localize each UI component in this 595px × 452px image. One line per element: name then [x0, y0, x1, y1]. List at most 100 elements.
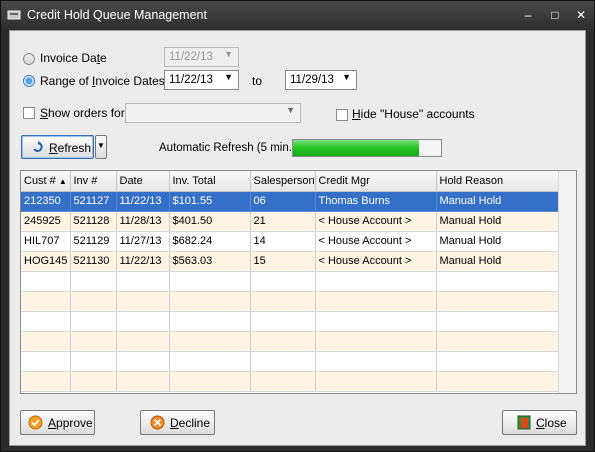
chevron-down-icon: ▼ — [97, 141, 105, 150]
empty-cell — [70, 371, 117, 392]
empty-cell — [70, 271, 117, 292]
refresh-dropdown-button[interactable]: ▼ — [95, 135, 107, 159]
cell-hold-reason: Manual Hold — [436, 251, 559, 272]
empty-cell — [169, 371, 251, 392]
empty-cell — [169, 291, 251, 312]
empty-row — [21, 271, 559, 292]
empty-cell — [436, 331, 559, 352]
show-orders-dropdown[interactable]: ▼ — [125, 103, 301, 123]
empty-cell — [116, 331, 170, 352]
empty-cell — [250, 331, 316, 352]
title-bar[interactable]: Credit Hold Queue Management – □ ✕ — [1, 1, 594, 29]
empty-cell — [315, 291, 437, 312]
cell-credit-mgr: < House Account > — [315, 211, 437, 232]
credit-hold-window: Credit Hold Queue Management – □ ✕ Invoi… — [0, 0, 595, 452]
refresh-label: Refresh — [49, 141, 92, 155]
approve-icon — [28, 415, 43, 430]
cell-credit-mgr: < House Account > — [315, 231, 437, 252]
range-dates-radio[interactable] — [23, 75, 35, 87]
empty-row — [21, 351, 559, 372]
cell-total: $563.03 — [169, 251, 251, 272]
empty-row — [21, 331, 559, 352]
progress-fill — [293, 140, 419, 156]
cell-total: $101.55 — [169, 191, 251, 212]
minimize-button[interactable]: – — [519, 7, 537, 23]
invoice-date-label: Invoice Date — [40, 51, 107, 65]
client-area: Invoice Date 11/22/13 ▼ Range of Invoice… — [9, 30, 586, 446]
cell-hold-reason: Manual Hold — [436, 211, 559, 232]
hide-house-checkbox[interactable] — [336, 109, 348, 121]
chevron-down-icon: ▼ — [224, 49, 233, 59]
auto-refresh-progress — [292, 139, 442, 157]
to-label: to — [252, 74, 263, 88]
close-label: Close — [536, 416, 567, 430]
table-row[interactable]: 245925 521128 11/28/13 $401.50 21 < House Acc… — [21, 211, 559, 232]
empty-row — [21, 371, 559, 392]
column-header-total[interactable]: Inv. Total — [169, 171, 251, 192]
empty-cell — [436, 351, 559, 372]
close-window-button[interactable]: ✕ — [572, 7, 590, 23]
range-to-picker[interactable]: 11/29/13 ▼ — [285, 70, 357, 90]
auto-refresh-label: Automatic Refresh (5 min.) — [159, 142, 296, 154]
chevron-down-icon: ▼ — [286, 105, 295, 115]
cell-cust: 245925 — [21, 211, 71, 232]
window-title: Credit Hold Queue Management — [27, 8, 207, 22]
cell-total: $401.50 — [169, 211, 251, 232]
column-header-salesperson[interactable]: Salesperson — [250, 171, 316, 192]
table-row[interactable]: HOG145 521130 11/22/13 $563.03 15 < House Acc… — [21, 251, 559, 272]
empty-cell — [315, 311, 437, 332]
empty-cell — [169, 311, 251, 332]
empty-cell — [250, 271, 316, 292]
column-header-hold-reason[interactable]: Hold Reason — [436, 171, 559, 192]
column-header-cust[interactable]: Cust # ▲ — [21, 171, 71, 192]
empty-cell — [250, 371, 316, 392]
table-row[interactable]: HIL707 521129 11/27/13 $682.24 14 < House Acc… — [21, 231, 559, 252]
chevron-down-icon: ▼ — [342, 72, 351, 82]
column-header-inv[interactable]: Inv # — [70, 171, 117, 192]
hold-queue-grid[interactable]: Cust # ▲ Inv # Date Inv. Total Salespers… — [20, 170, 577, 394]
empty-cell — [116, 291, 170, 312]
column-header-date[interactable]: Date — [116, 171, 170, 192]
empty-cell — [116, 271, 170, 292]
cell-salesperson: 06 — [250, 191, 316, 212]
door-exit-icon — [517, 415, 531, 430]
vertical-scrollbar[interactable] — [558, 171, 576, 393]
app-icon — [7, 10, 21, 20]
cell-inv: 521129 — [70, 231, 117, 252]
cell-salesperson: 15 — [250, 251, 316, 272]
cell-inv: 521127 — [70, 191, 117, 212]
cell-salesperson: 14 — [250, 231, 316, 252]
column-header-credit-mgr[interactable]: Credit Mgr — [315, 171, 437, 192]
close-button[interactable]: Close — [502, 410, 577, 435]
empty-cell — [116, 311, 170, 332]
table-row[interactable]: 212350 521127 11/22/13 $101.55 06 Thomas Burn… — [21, 191, 559, 212]
show-orders-checkbox[interactable] — [23, 107, 35, 119]
empty-cell — [436, 271, 559, 292]
empty-cell — [21, 371, 71, 392]
empty-cell — [70, 311, 117, 332]
cell-inv: 521130 — [70, 251, 117, 272]
empty-cell — [436, 311, 559, 332]
empty-cell — [70, 291, 117, 312]
maximize-button[interactable]: □ — [546, 7, 564, 23]
cell-cust: 212350 — [21, 191, 71, 212]
empty-cell — [21, 331, 71, 352]
cell-date: 11/22/13 — [116, 191, 170, 212]
cell-credit-mgr: < House Account > — [315, 251, 437, 272]
show-orders-label: Show orders for: — [40, 106, 129, 120]
cell-hold-reason: Manual Hold — [436, 191, 559, 212]
decline-button[interactable]: Decline — [140, 410, 215, 435]
cell-date: 11/28/13 — [116, 211, 170, 232]
refresh-button[interactable]: Refresh — [21, 135, 94, 159]
invoice-date-radio[interactable] — [23, 53, 35, 65]
empty-row — [21, 291, 559, 312]
cell-salesperson: 21 — [250, 211, 316, 232]
grid-header-row: Cust # ▲ Inv # Date Inv. Total Salespers… — [21, 171, 559, 192]
empty-cell — [315, 351, 437, 372]
empty-cell — [436, 291, 559, 312]
empty-cell — [21, 311, 71, 332]
range-from-picker[interactable]: 11/22/13 ▼ — [164, 70, 239, 90]
cell-date: 11/27/13 — [116, 231, 170, 252]
approve-button[interactable]: Approve — [20, 410, 95, 435]
empty-cell — [70, 331, 117, 352]
